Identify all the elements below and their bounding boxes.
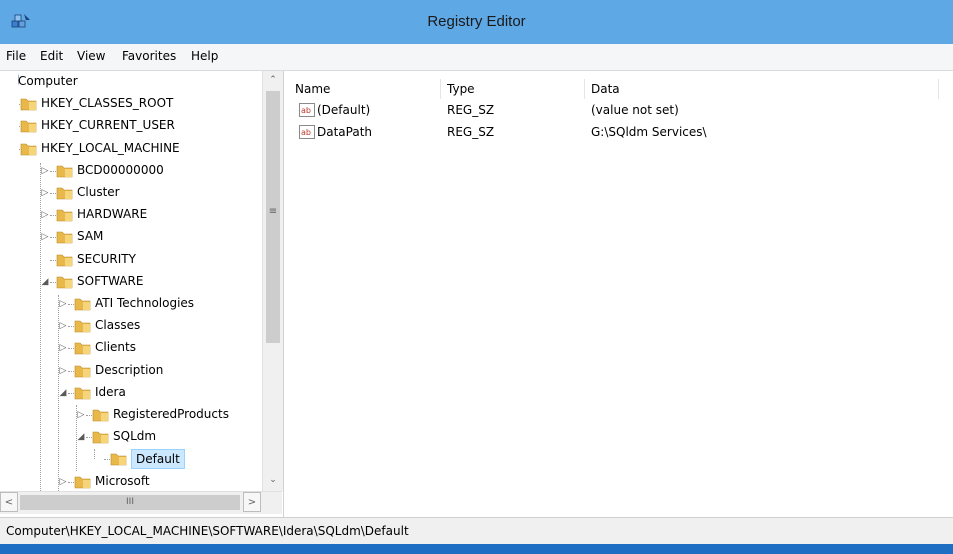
folder-icon bbox=[20, 120, 37, 133]
expand-arrow-icon[interactable]: ▷ bbox=[40, 165, 50, 177]
folder-icon bbox=[20, 143, 37, 156]
folder-icon bbox=[74, 320, 91, 333]
value-row[interactable]: ab (Default) REG_SZ (value not set) bbox=[289, 101, 953, 122]
tree-item-label: SQLdm bbox=[113, 429, 157, 443]
folder-icon bbox=[56, 231, 73, 244]
string-value-icon: ab bbox=[299, 103, 315, 117]
scroll-down-arrow[interactable]: ⌄ bbox=[263, 471, 283, 489]
folder-icon bbox=[74, 342, 91, 355]
folder-icon bbox=[92, 431, 109, 444]
column-type[interactable]: Type bbox=[441, 79, 585, 99]
value-name: DataPath bbox=[317, 125, 373, 139]
main-area: Computer ▷ HKEY_CLASSES_ROOT ▷ HKEY_CURRENT… bbox=[0, 71, 953, 517]
menu-favorites[interactable]: Favorites bbox=[122, 49, 176, 63]
value-data: G:\SQldm Services\ bbox=[591, 125, 707, 139]
menu-view[interactable]: View bbox=[77, 49, 105, 63]
value-list[interactable]: Name Type Data ab (Default) REG_SZ (valu… bbox=[289, 71, 953, 517]
column-data[interactable]: Data bbox=[585, 79, 939, 99]
expand-arrow-icon bbox=[40, 254, 50, 266]
svg-text:ab: ab bbox=[301, 128, 311, 137]
key-tree[interactable]: Computer ▷ HKEY_CLASSES_ROOT ▷ HKEY_CURRENT… bbox=[18, 71, 284, 517]
tree-item-label: SAM bbox=[77, 229, 104, 243]
list-header: Name Type Data bbox=[289, 79, 953, 99]
folder-icon bbox=[74, 387, 91, 400]
scroll-left-arrow[interactable]: < bbox=[0, 492, 18, 512]
status-bar: Computer\HKEY_LOCAL_MACHINE\SOFTWARE\Ide… bbox=[0, 517, 953, 545]
expand-arrow-icon bbox=[94, 453, 104, 465]
collapse-arrow-icon[interactable]: ◢ bbox=[76, 431, 86, 443]
folder-icon bbox=[56, 165, 73, 178]
folder-icon bbox=[56, 209, 73, 222]
folder-icon bbox=[20, 98, 37, 111]
expand-arrow-icon[interactable]: ▷ bbox=[58, 342, 68, 354]
folder-icon bbox=[92, 409, 109, 422]
expand-arrow-icon[interactable]: ▷ bbox=[58, 365, 68, 377]
tree-item-label: Default bbox=[131, 449, 185, 469]
folder-icon bbox=[74, 476, 91, 489]
tree-item-label: Cluster bbox=[77, 185, 120, 199]
menu-edit[interactable]: Edit bbox=[40, 49, 63, 63]
title-bar[interactable]: Registry Editor bbox=[0, 0, 953, 44]
tree-horizontal-scrollbar[interactable]: < III > bbox=[0, 491, 282, 514]
tree-vertical-scrollbar[interactable]: ⌃ ≡ ⌄ bbox=[262, 71, 283, 491]
registry-editor-window: Registry Editor File Edit View Favorites… bbox=[0, 0, 953, 554]
expand-arrow-icon[interactable]: ▷ bbox=[40, 209, 50, 221]
column-name[interactable]: Name bbox=[289, 79, 441, 99]
folder-icon bbox=[74, 298, 91, 311]
tree-item-label: ATI Technologies bbox=[95, 296, 195, 310]
folder-icon bbox=[56, 254, 73, 267]
menu-file[interactable]: File bbox=[6, 49, 26, 63]
collapse-arrow-icon[interactable]: ◢ bbox=[40, 276, 50, 288]
expand-arrow-icon[interactable]: ▷ bbox=[40, 187, 50, 199]
value-data: (value not set) bbox=[591, 103, 679, 117]
tree-item-label: HKEY_LOCAL_MACHINE bbox=[41, 141, 180, 155]
hscroll-thumb[interactable]: III bbox=[20, 495, 240, 510]
string-value-icon: ab bbox=[299, 125, 315, 139]
tree-item-label: Idera bbox=[95, 385, 126, 399]
folder-icon bbox=[110, 453, 127, 466]
folder-icon bbox=[74, 365, 91, 378]
expand-arrow-icon[interactable]: ▷ bbox=[76, 409, 86, 421]
tree-item-label: SECURITY bbox=[77, 252, 136, 266]
scroll-grip-icon: ≡ bbox=[268, 206, 278, 217]
tree-item-label: SOFTWARE bbox=[77, 274, 144, 288]
value-row[interactable]: ab DataPath REG_SZ G:\SQldm Services\ bbox=[289, 123, 953, 144]
value-type: REG_SZ bbox=[447, 125, 495, 139]
current-key-path: Computer\HKEY_LOCAL_MACHINE\SOFTWARE\Ide… bbox=[6, 524, 409, 538]
tree-item-label: Description bbox=[95, 363, 164, 377]
value-name: (Default) bbox=[317, 103, 371, 117]
tree-item-label: BCD00000000 bbox=[77, 163, 164, 177]
tree-item-label: HKEY_CURRENT_USER bbox=[41, 118, 175, 132]
menu-bar: File Edit View Favorites Help bbox=[0, 44, 953, 71]
hscroll-grip-icon: III bbox=[126, 497, 134, 507]
tree-item-label: Microsoft bbox=[95, 474, 150, 488]
scroll-thumb[interactable] bbox=[266, 91, 280, 343]
tree-item-label: HKEY_CLASSES_ROOT bbox=[41, 96, 174, 110]
tree-item-label: RegisteredProducts bbox=[113, 407, 229, 421]
folder-icon bbox=[56, 187, 73, 200]
window-title: Registry Editor bbox=[427, 13, 526, 30]
window-bottom-frame bbox=[0, 544, 953, 554]
menu-help[interactable]: Help bbox=[191, 49, 218, 63]
scroll-up-arrow[interactable]: ⌃ bbox=[263, 71, 283, 89]
scroll-right-arrow[interactable]: > bbox=[243, 492, 261, 512]
tree-item-label: HARDWARE bbox=[77, 207, 148, 221]
expand-arrow-icon[interactable]: ▷ bbox=[40, 231, 50, 243]
collapse-arrow-icon[interactable]: ◢ bbox=[58, 387, 68, 399]
expand-arrow-icon[interactable]: ▷ bbox=[58, 298, 68, 310]
tree-item-label: Clients bbox=[95, 340, 136, 354]
expand-arrow-icon[interactable]: ▷ bbox=[58, 476, 68, 488]
folder-icon bbox=[56, 276, 73, 289]
svg-text:ab: ab bbox=[301, 106, 311, 115]
tree-item-label: Classes bbox=[95, 318, 141, 332]
value-type: REG_SZ bbox=[447, 103, 495, 117]
expand-arrow-icon[interactable]: ▷ bbox=[58, 320, 68, 332]
tree-label-computer: Computer bbox=[18, 74, 78, 88]
